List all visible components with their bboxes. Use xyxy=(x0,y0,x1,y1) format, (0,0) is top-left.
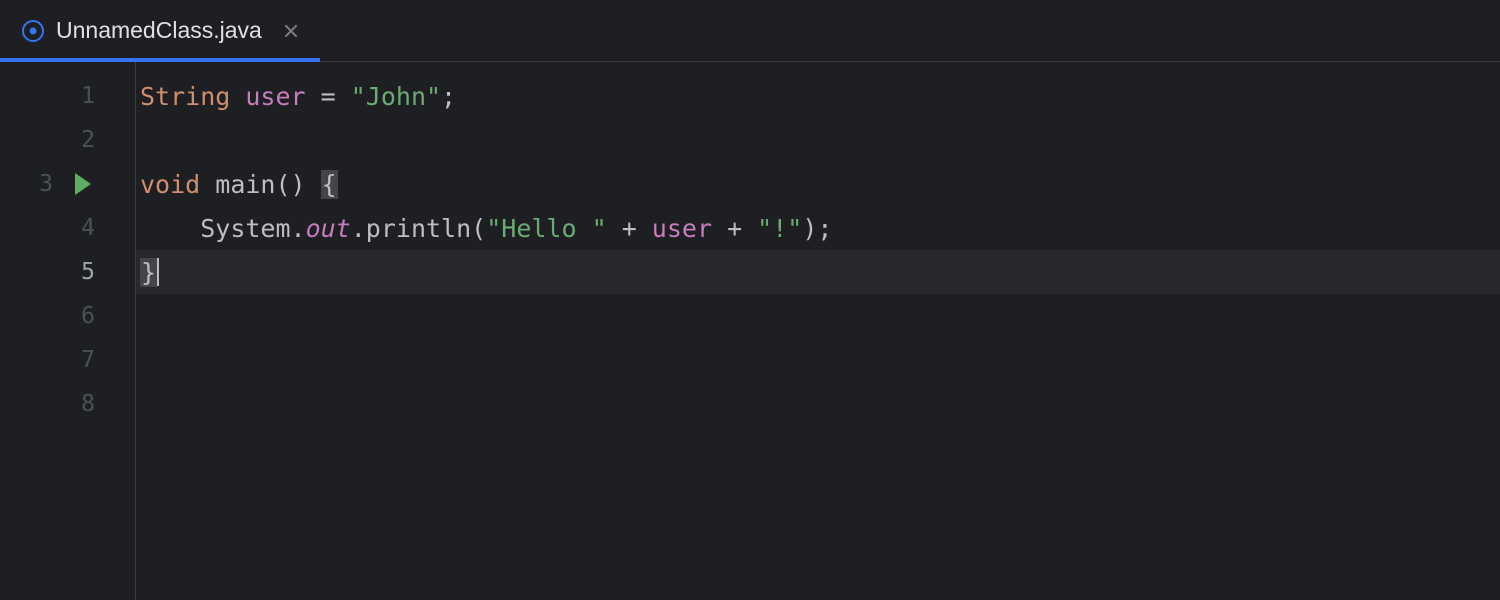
line-number[interactable]: 1 xyxy=(0,74,135,118)
tab-bar: UnnamedClass.java xyxy=(0,0,1500,62)
line-number[interactable]: 5 xyxy=(0,250,135,294)
text-cursor xyxy=(157,258,159,286)
code-area[interactable]: String user = "John"; void main() { Syst… xyxy=(136,62,1500,600)
line-number[interactable]: 6 xyxy=(0,294,135,338)
line-number[interactable]: 2 xyxy=(0,118,135,162)
code-line[interactable] xyxy=(136,338,1500,382)
code-line[interactable]: System.out.println("Hello " + user + "!"… xyxy=(136,206,1500,250)
code-line[interactable]: String user = "John"; xyxy=(136,74,1500,118)
java-class-icon xyxy=(22,20,44,42)
run-icon[interactable] xyxy=(75,173,91,195)
gutter: 1 2 3 4 5 6 7 8 xyxy=(0,62,136,600)
brace-highlight: { xyxy=(321,170,338,199)
line-number[interactable]: 3 xyxy=(0,162,135,206)
line-number[interactable]: 7 xyxy=(0,338,135,382)
brace-highlight: } xyxy=(140,258,157,287)
line-number[interactable]: 8 xyxy=(0,382,135,426)
close-icon[interactable] xyxy=(282,22,300,40)
code-line[interactable] xyxy=(136,294,1500,338)
line-number[interactable]: 4 xyxy=(0,206,135,250)
code-line[interactable] xyxy=(136,118,1500,162)
code-line[interactable] xyxy=(136,382,1500,426)
code-line[interactable]: } xyxy=(136,250,1500,294)
tab-filename: UnnamedClass.java xyxy=(56,17,262,44)
editor: 1 2 3 4 5 6 7 8 String user = "John"; vo… xyxy=(0,62,1500,600)
code-line[interactable]: void main() { xyxy=(136,162,1500,206)
editor-tab[interactable]: UnnamedClass.java xyxy=(0,0,320,61)
